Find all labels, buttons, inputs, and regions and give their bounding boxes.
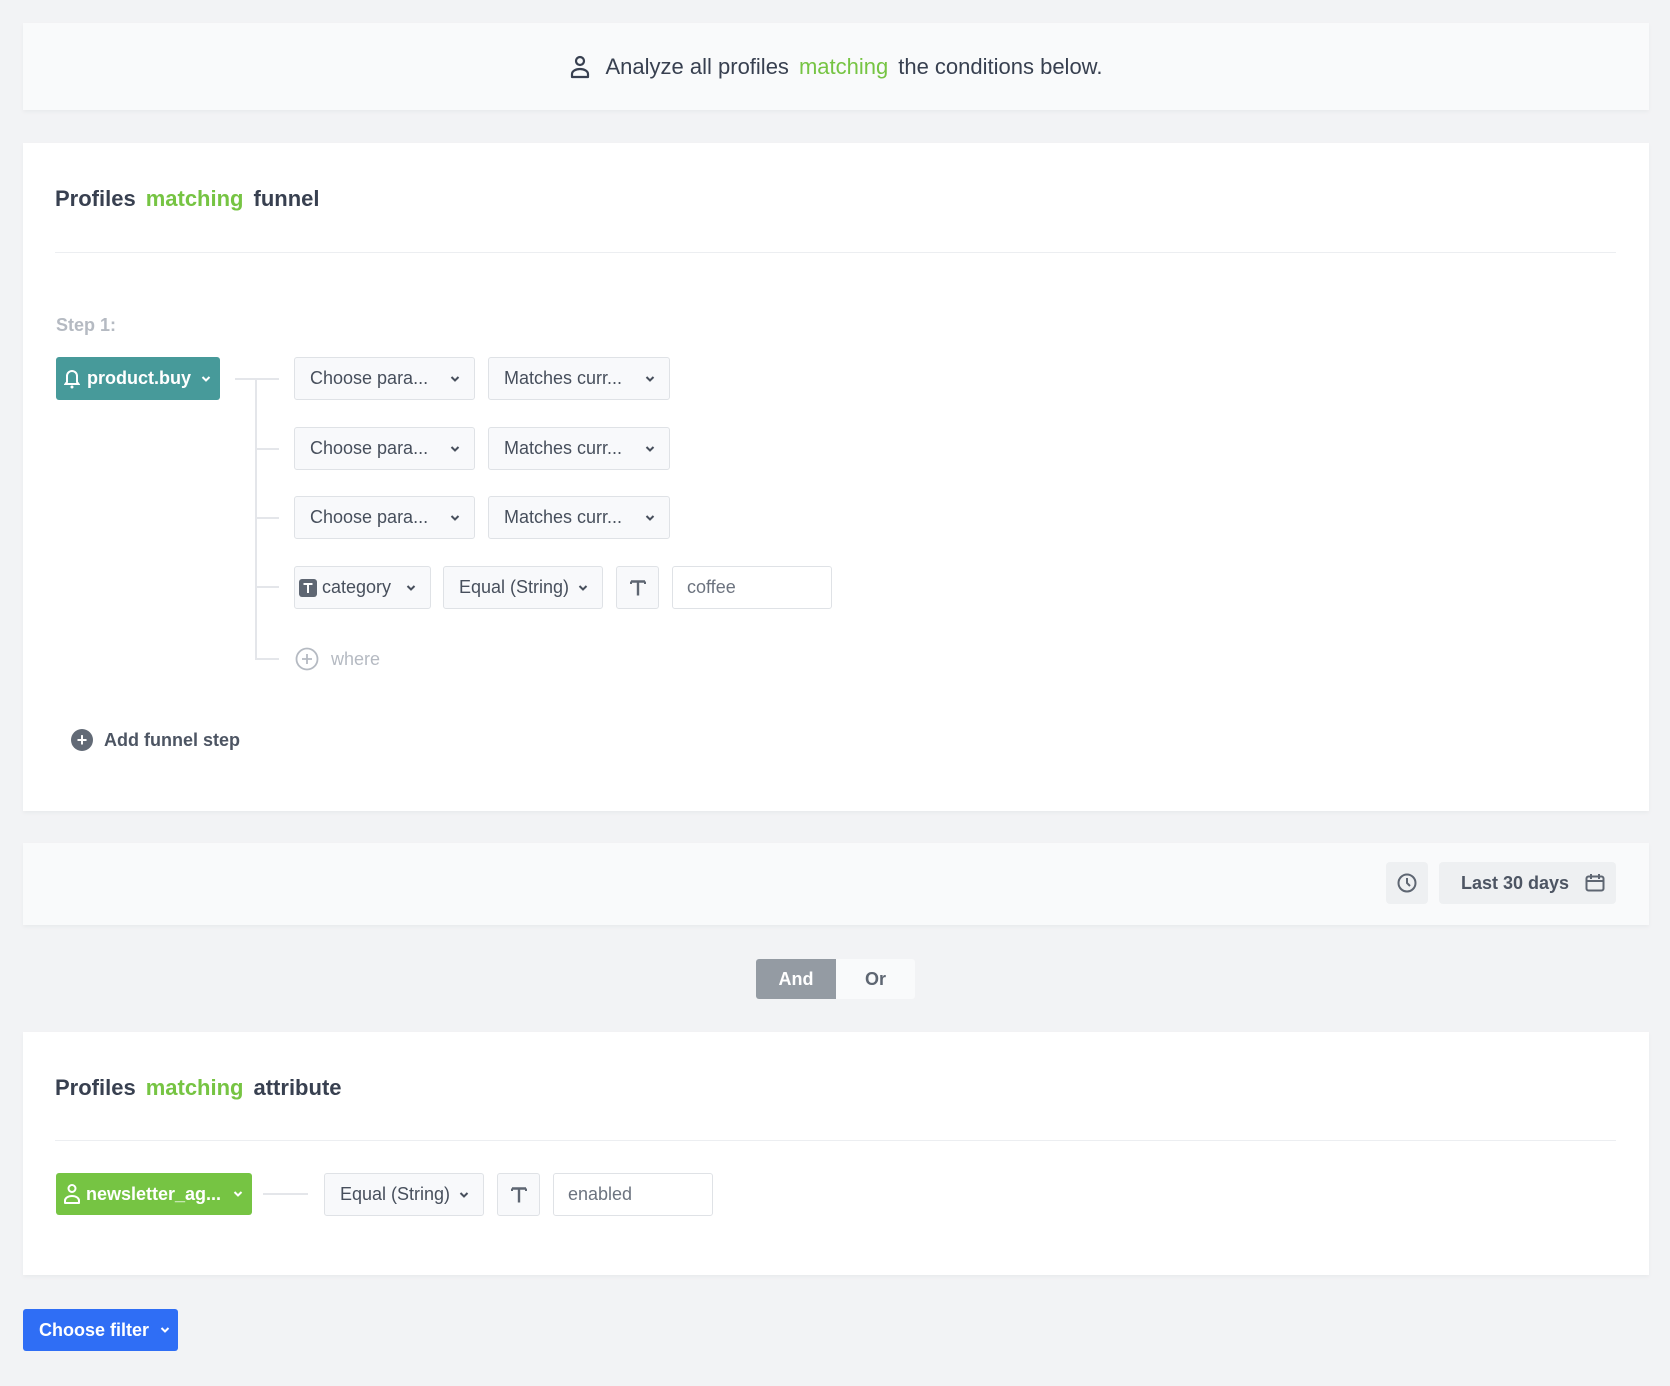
where-label: where [331, 648, 381, 669]
chevron-down-icon [578, 584, 588, 591]
text-type-icon [299, 578, 317, 597]
logic-and-option[interactable]: And [756, 959, 836, 999]
chevron-down-icon [645, 445, 655, 452]
header-highlight: matching [798, 53, 889, 79]
parameter-select[interactable]: category [294, 566, 431, 609]
attribute-panel: Profiles matching attribute newsletter_ag.… [23, 1032, 1649, 1275]
chevron-down-icon [645, 514, 655, 521]
parameter-select[interactable]: Choose para... [294, 496, 475, 539]
date-range-button[interactable]: Last 30 days [1439, 862, 1616, 904]
chevron-down-icon [406, 584, 416, 591]
text-type-icon [629, 579, 646, 595]
logic-toggle: And Or [756, 959, 915, 999]
operator-select[interactable]: Equal (String) [443, 566, 603, 609]
tree-line [255, 379, 257, 659]
bell-icon [64, 369, 80, 388]
funnel-title: Profiles matching funnel [55, 186, 320, 211]
header-text: Analyze all profiles [605, 53, 789, 79]
chevron-down-icon [459, 1191, 469, 1198]
relative-time-button[interactable] [1386, 862, 1428, 904]
clock-icon [1397, 873, 1417, 893]
attribute-title: Profiles matching attribute [55, 1075, 342, 1100]
parameter-select[interactable]: Choose para... [294, 357, 475, 400]
choose-filter-label: Choose filter [39, 1319, 150, 1340]
tree-connector [255, 586, 279, 588]
value-type-button[interactable] [616, 566, 659, 609]
header-text-after: the conditions below. [898, 53, 1103, 79]
operator-select[interactable]: Matches curr... [488, 427, 670, 470]
tree-connector [235, 378, 279, 380]
operator-select[interactable]: Equal (String) [324, 1173, 484, 1216]
parameter-select[interactable]: Choose para... [294, 427, 475, 470]
condition-value-input[interactable] [672, 566, 832, 609]
step-label: Step 1: [56, 315, 117, 335]
add-funnel-step-label: Add funnel step [104, 729, 240, 750]
value-type-button[interactable] [497, 1173, 540, 1216]
date-range-panel: Last 30 days [23, 843, 1649, 925]
attribute-label: newsletter_ag... [86, 1183, 222, 1204]
chevron-down-icon [450, 514, 460, 521]
chevron-down-icon [201, 375, 211, 382]
user-icon [570, 55, 589, 78]
logic-or-option[interactable]: Or [836, 959, 915, 999]
operator-select[interactable]: Matches curr... [488, 357, 670, 400]
divider [55, 252, 1616, 253]
chevron-down-icon [645, 375, 655, 382]
event-label: product.buy [87, 368, 191, 388]
attribute-select[interactable]: newsletter_ag... [56, 1173, 252, 1215]
operator-select[interactable]: Matches curr... [488, 496, 670, 539]
chevron-down-icon [160, 1327, 170, 1333]
attribute-value-input[interactable] [553, 1173, 713, 1216]
text-type-icon [510, 1186, 527, 1202]
add-funnel-step-button[interactable]: + Add funnel step [71, 729, 240, 751]
date-range-label: Last 30 days [1461, 872, 1570, 893]
choose-filter-button[interactable]: Choose filter [23, 1309, 178, 1351]
calendar-icon [1585, 874, 1605, 892]
plus-circle-icon [295, 647, 319, 671]
tree-connector [255, 658, 279, 660]
chevron-down-icon [450, 375, 460, 382]
tree-connector [255, 448, 279, 450]
add-where-button[interactable]: where [295, 647, 380, 671]
chevron-down-icon [233, 1191, 243, 1197]
tree-connector [255, 517, 279, 519]
user-icon [64, 1184, 80, 1204]
connector-line [263, 1193, 308, 1195]
plus-circle-icon: + [71, 729, 93, 751]
funnel-panel: Profiles matching funnel Step 1: product.b… [23, 143, 1649, 811]
analysis-header: Analyze all profiles matching the condit… [23, 23, 1649, 110]
chevron-down-icon [450, 445, 460, 452]
event-select[interactable]: product.buy [56, 357, 220, 400]
divider [55, 1140, 1616, 1141]
